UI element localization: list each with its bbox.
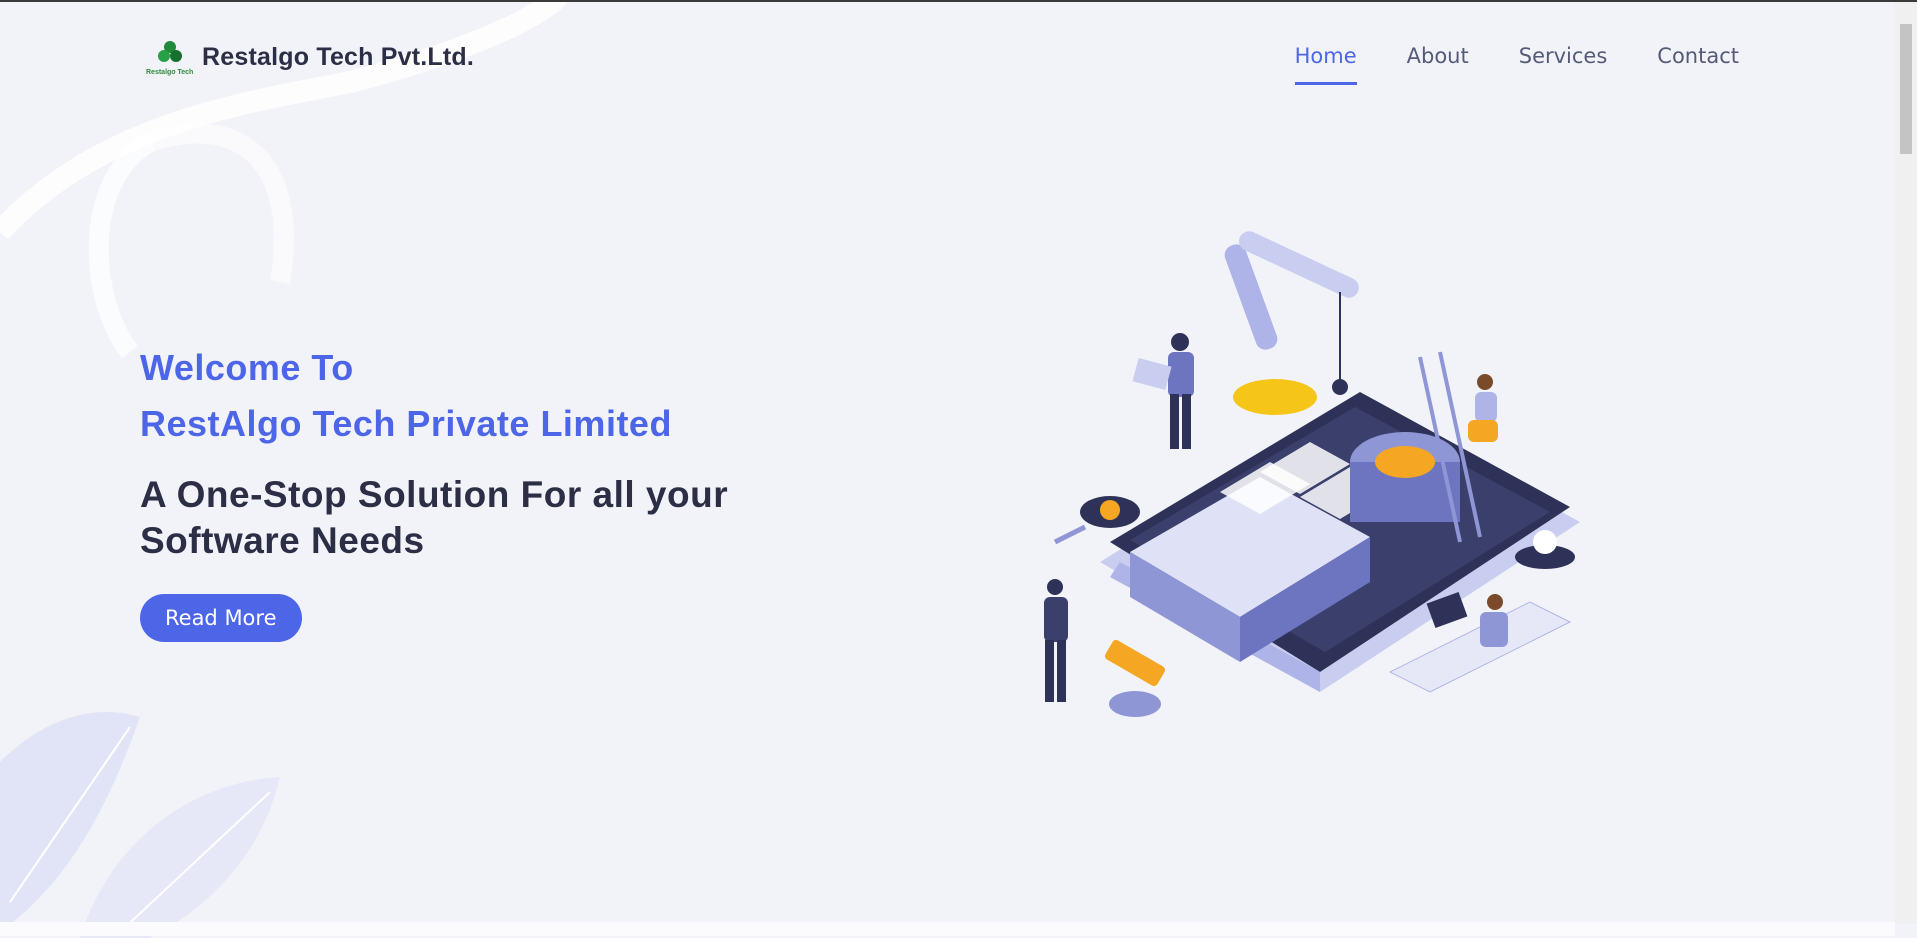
logo-clover-icon: Restalgo Tech — [146, 38, 194, 76]
nav-services[interactable]: Services — [1519, 44, 1608, 85]
nav-contact[interactable]: Contact — [1657, 44, 1739, 85]
vertical-scrollbar[interactable] — [1895, 2, 1917, 924]
isometric-illustration — [1044, 231, 1580, 717]
brand[interactable]: Restalgo Tech Restalgo Tech Pvt.Ltd. — [146, 38, 474, 76]
logo-text: Restalgo Tech — [146, 69, 194, 76]
scrollbar-thumb[interactable] — [1900, 24, 1912, 154]
read-more-button[interactable]: Read More — [140, 594, 302, 642]
tagline: A One-Stop Solution For all your Softwar… — [140, 472, 860, 564]
brand-name: Restalgo Tech Pvt.Ltd. — [202, 42, 475, 71]
page-bottom-edge — [0, 922, 1895, 936]
tagline-line-1: A One-Stop Solution For all your — [140, 474, 729, 515]
nav-home[interactable]: Home — [1294, 44, 1357, 85]
main-nav: Home About Services Contact — [1294, 44, 1739, 85]
tagline-line-2: Software Needs — [140, 520, 425, 561]
welcome-heading: Welcome To RestAlgo Tech Private Limited — [140, 340, 860, 452]
welcome-line-2: RestAlgo Tech Private Limited — [140, 403, 672, 444]
welcome-line-1: Welcome To — [140, 347, 354, 388]
nav-about[interactable]: About — [1407, 44, 1469, 85]
hero: Welcome To RestAlgo Tech Private Limited… — [140, 340, 860, 642]
navbar: Restalgo Tech Restalgo Tech Pvt.Ltd. Hom… — [0, 2, 1895, 112]
